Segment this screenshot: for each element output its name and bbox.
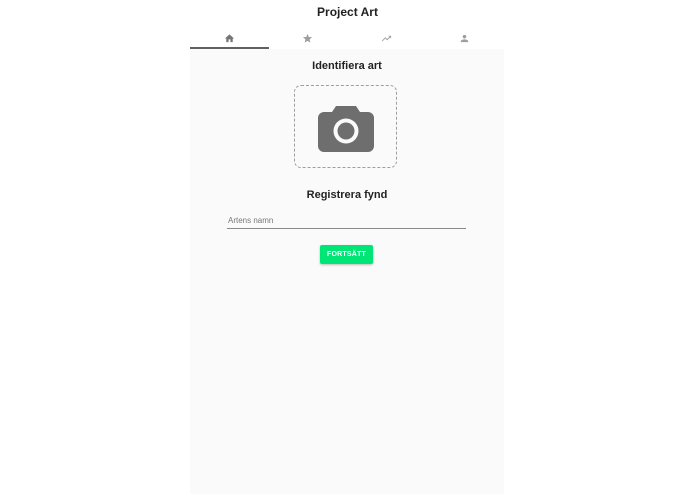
species-name-input[interactable] (227, 213, 466, 229)
tab-home[interactable] (190, 28, 269, 49)
app-root: Project Art Identifiera art Registrera f… (0, 0, 695, 494)
camera-button[interactable] (294, 85, 397, 168)
tab-profile[interactable] (426, 28, 505, 49)
tab-bar (190, 28, 504, 49)
tab-favorites[interactable] (269, 28, 348, 49)
register-title: Registrera fynd (306, 189, 388, 201)
camera-icon (317, 102, 374, 152)
tab-statistics[interactable] (347, 28, 426, 49)
star-icon (302, 33, 313, 44)
main-panel: Identifiera art Registrera fynd FORTSÄTT (190, 49, 504, 494)
trending-up-icon (381, 33, 392, 44)
identify-title: Identifiera art (312, 60, 382, 72)
person-icon (459, 33, 470, 44)
home-icon (224, 33, 235, 44)
app-title: Project Art (317, 5, 378, 19)
continue-button[interactable]: FORTSÄTT (320, 245, 373, 264)
